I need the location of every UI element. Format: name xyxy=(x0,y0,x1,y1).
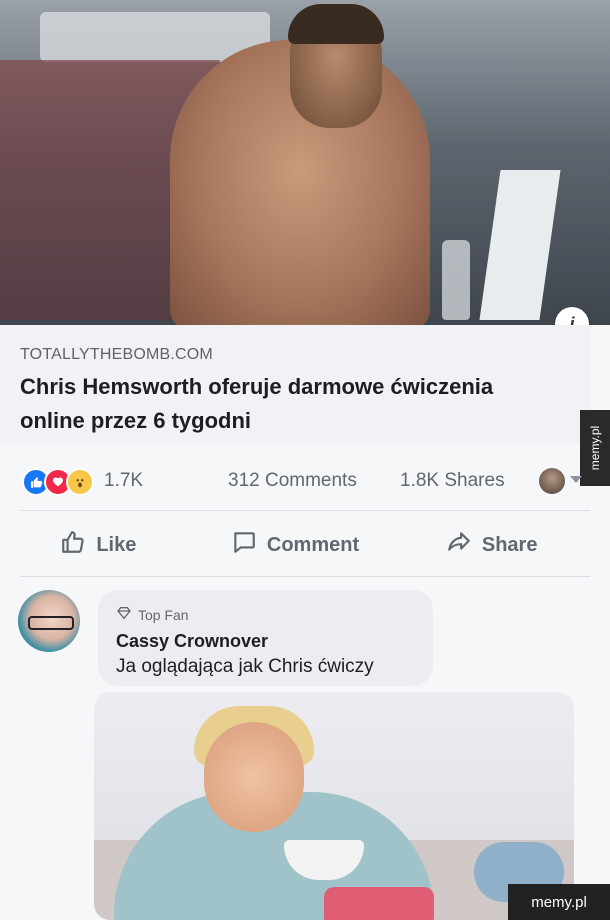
comment-text: Ja oglądająca jak Chris ćwiczy xyxy=(116,656,374,677)
bottom-watermark: memy.pl xyxy=(508,884,610,920)
commenter-name[interactable]: Cassy Crownover xyxy=(116,631,268,652)
top-fan-label: Top Fan xyxy=(138,606,189,623)
divider xyxy=(20,510,590,511)
reaction-count[interactable]: 1.7K xyxy=(104,470,143,492)
blanket xyxy=(324,887,434,920)
link-source: TOTALLYTHEBOMB.COM xyxy=(20,346,213,363)
share-label: Share xyxy=(481,533,538,556)
side-watermark: memy.pl xyxy=(580,410,610,486)
commenter-avatar[interactable] xyxy=(18,590,80,652)
comment-button[interactable]: Comment xyxy=(197,522,394,568)
comment-icon xyxy=(231,529,257,561)
post-image[interactable] xyxy=(0,0,610,325)
share-icon xyxy=(446,529,472,561)
share-button[interactable]: Share xyxy=(393,522,590,568)
background-pillar xyxy=(479,170,561,320)
comment-label: Comment xyxy=(266,533,360,556)
comment-image[interactable] xyxy=(94,692,574,920)
action-bar: Like Comment Share xyxy=(0,522,590,568)
divider xyxy=(20,576,590,577)
background-object xyxy=(442,240,470,320)
woman-face xyxy=(204,722,304,832)
link-headline[interactable]: Chris Hemsworth oferuje darmowe ćwiczeni… xyxy=(20,370,560,438)
viewer-avatar[interactable] xyxy=(539,468,565,494)
shares-count[interactable]: 1.8K Shares xyxy=(400,470,505,492)
reaction-icons[interactable] xyxy=(22,468,94,496)
avatar-glasses xyxy=(28,616,74,630)
caret-down-icon[interactable] xyxy=(570,476,582,483)
top-fan-badge: Top Fan xyxy=(116,605,189,624)
like-button[interactable]: Like xyxy=(0,522,197,568)
comments-count[interactable]: 312 Comments xyxy=(228,470,357,492)
thumbs-up-icon xyxy=(60,529,86,561)
side-watermark-label: memy.pl xyxy=(588,425,603,471)
man-hair xyxy=(288,4,384,44)
diamond-icon xyxy=(116,605,132,624)
like-label: Like xyxy=(96,533,137,556)
wow-reaction-icon xyxy=(66,468,94,496)
